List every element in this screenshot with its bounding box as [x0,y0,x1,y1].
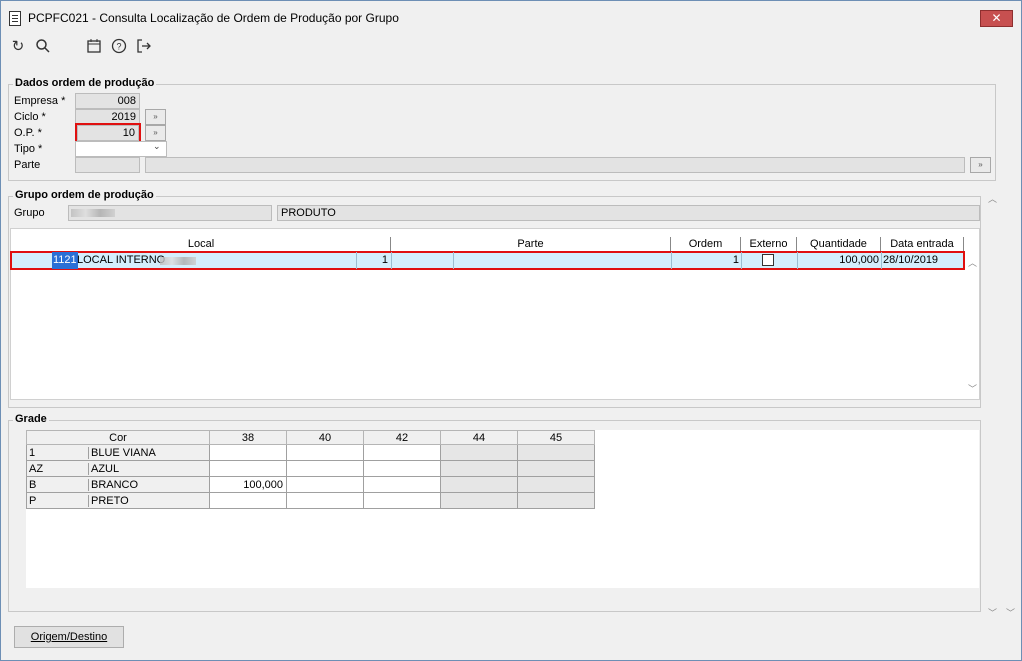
col-ordem[interactable]: Ordem [671,237,741,251]
grade-qty-cell[interactable] [440,460,518,477]
grupo-label: Grupo [14,207,45,219]
ciclo-lookup-button[interactable]: » [145,109,166,125]
grade-qty-cell[interactable] [440,444,518,461]
grade-legend: Grade [13,413,49,425]
grade-qty-cell[interactable] [286,460,364,477]
svg-text:?: ? [116,42,121,52]
grade-qty-cell[interactable] [209,492,287,509]
grade-qty-cell[interactable] [209,460,287,477]
parte-label: Parte [14,159,41,171]
col-externo[interactable]: Externo [741,237,797,251]
grade-qty-cell[interactable] [286,444,364,461]
grade-qty-cell[interactable] [517,492,595,509]
document-icon [9,11,21,26]
grade-qty-cell[interactable] [209,444,287,461]
scroll-up-icon[interactable]: ︿ [968,256,977,269]
parte-field[interactable] [75,157,140,173]
grade-qty-cell[interactable] [517,460,595,477]
grade-color-code: B [27,478,89,491]
grade-qty-cell[interactable]: 100,000 [209,476,287,493]
grade-qty-cell[interactable] [517,444,595,461]
empresa-label: Empresa * [14,95,66,107]
grade-header-42[interactable]: 42 [363,430,441,445]
grade-color-name: AZUL [91,462,120,475]
col-divider [391,252,392,269]
window-title: PCPFC021 - Consulta Localização de Ordem… [28,11,399,25]
grade-qty-cell[interactable] [363,460,441,477]
grade-cor-cell[interactable]: P PRETO [26,492,210,509]
cell-quantidade[interactable]: 100,000 [798,252,879,269]
scroll-down-icon[interactable]: ﹀ [1006,606,1015,619]
exit-icon[interactable] [135,38,153,56]
origem-destino-label: Origem/Destino [30,631,108,643]
search-icon[interactable] [34,38,52,56]
op-label: O.P. * [14,127,42,139]
grupo-description: PRODUTO [277,205,980,221]
grade-qty-cell[interactable] [517,476,595,493]
empresa-field[interactable]: 008 [75,93,140,109]
origem-destino-button[interactable]: Origem/Destino [14,626,124,648]
externo-checkbox[interactable] [762,254,774,266]
grade-row[interactable]: P PRETO [26,492,595,509]
grade-qty-cell[interactable] [440,492,518,509]
help-icon[interactable]: ? [110,38,128,56]
parte-lookup-button[interactable]: » [970,157,991,173]
grade-row[interactable]: AZ AZUL [26,460,595,477]
cell-data-entrada[interactable]: 28/10/2019 [883,252,938,269]
grade-color-name: BLUE VIANA [91,446,156,459]
grade-qty-cell[interactable] [363,492,441,509]
grupo-field[interactable] [68,205,272,221]
grade-row[interactable]: B BRANCO 100,000 [26,476,595,493]
redacted-local [160,257,196,265]
chevron-down-icon[interactable]: ⌄ [153,141,161,152]
cell-ordem[interactable]: 1 [672,252,739,269]
calendar-icon[interactable] [85,38,103,56]
title-bar: PCPFC021 - Consulta Localização de Ordem… [1,1,1021,32]
op-lookup-button[interactable]: » [145,125,166,141]
grade-cor-cell[interactable]: 1 BLUE VIANA [26,444,210,461]
col-divider [453,252,454,269]
grade-color-code: P [27,494,89,507]
ciclo-field[interactable]: 2019 [75,109,140,125]
cell-codigo[interactable]: 1121 [52,252,78,269]
grade-cor-cell[interactable]: B BRANCO [26,476,210,493]
grade-header-45[interactable]: 45 [517,430,595,445]
scroll-down-icon[interactable]: ﹀ [988,606,997,619]
cell-local[interactable]: LOCAL INTERNO [77,252,165,269]
grade-qty-cell[interactable] [286,476,364,493]
close-button[interactable]: ✕ [980,10,1013,27]
op-field[interactable]: 10 [75,123,141,143]
tipo-label: Tipo * [14,143,43,155]
grade-qty-cell[interactable] [363,476,441,493]
col-local[interactable]: Local [12,237,391,251]
grade-qty-cell[interactable] [286,492,364,509]
parte-description [145,157,965,173]
redacted-code [71,209,115,217]
grade-header-40[interactable]: 40 [286,430,364,445]
grade-color-code: 1 [27,446,89,459]
grupo-legend: Grupo ordem de produção [13,189,156,201]
col-divider [741,252,742,269]
grade-header-38[interactable]: 38 [209,430,287,445]
grade-qty-cell[interactable] [440,476,518,493]
scroll-up-icon[interactable]: ︿ [988,192,997,205]
grade-color-name: BRANCO [91,478,139,491]
col-quantidade[interactable]: Quantidade [797,237,881,251]
refresh-icon[interactable]: ↻ [9,38,27,56]
col-data-entrada[interactable]: Data entrada [881,237,964,251]
dados-legend: Dados ordem de produção [13,77,157,89]
scroll-down-icon[interactable]: ﹀ [968,382,977,395]
grade-row[interactable]: 1 BLUE VIANA [26,444,595,461]
grade-color-code: AZ [27,462,89,475]
col-divider [881,252,882,269]
grade-qty-cell[interactable] [363,444,441,461]
col-parte[interactable]: Parte [391,237,671,251]
grade-table: Cor 38 40 42 44 45 1 BLUE VIANA AZ AZUL B BRA… [26,430,595,509]
grade-header-cor[interactable]: Cor [26,430,210,445]
grade-header-44[interactable]: 44 [440,430,518,445]
cell-seq[interactable]: 1 [357,252,390,269]
grade-cor-cell[interactable]: AZ AZUL [26,460,210,477]
grade-color-name: PRETO [91,494,129,507]
ciclo-label: Ciclo * [14,111,46,123]
